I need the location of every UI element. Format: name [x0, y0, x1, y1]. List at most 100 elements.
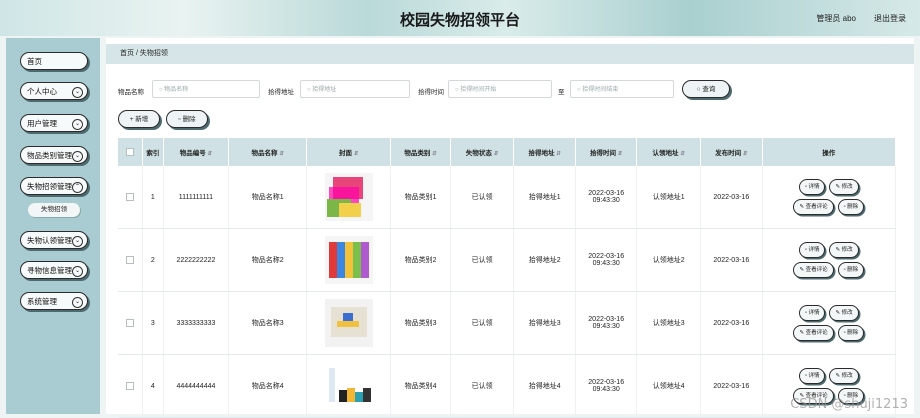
cell-status: 已认领	[450, 228, 515, 292]
sort-icon: ⇵	[432, 151, 437, 157]
delete-button[interactable]: ▫ 删除	[166, 110, 208, 128]
search-icon: ○	[307, 87, 311, 93]
col-publish[interactable]: 发布时间 ⇵	[700, 138, 763, 166]
sidebar-item-lost-found-management[interactable]: 失物招领管理 ⌃	[20, 177, 88, 195]
time-end-input[interactable]: ○ 拾得时间结束	[570, 80, 674, 98]
col-claim-addr[interactable]: 认领地址 ⇵	[636, 138, 702, 166]
sidebar-item-label: 失物招领管理	[27, 182, 72, 191]
edit-button[interactable]: ✎ 修改	[829, 305, 859, 321]
cell-found-addr: 拾得地址1	[513, 166, 576, 229]
search-form: 物品名称 ○ 物品名称 拾得地址 ○ 拾得地址 拾得时间 ○ 拾得时间开始 至 …	[118, 80, 908, 100]
sidebar-item-search-info-management[interactable]: 寻物信息管理 ⌄	[20, 261, 88, 279]
col-found-time[interactable]: 拾得时间 ⇵	[575, 138, 638, 166]
cell-claim-addr: 认领地址2	[636, 228, 702, 292]
current-user: 管理员 abo	[816, 14, 856, 23]
edit-button[interactable]: ✎ 修改	[829, 242, 859, 258]
chevron-down-icon: ⌄	[72, 151, 83, 162]
cell-publish: 2022-03-16	[700, 354, 763, 418]
time-label: 拾得时间	[418, 89, 444, 96]
name-input[interactable]: ○ 物品名称	[152, 80, 260, 98]
col-index: 索引	[142, 138, 164, 166]
sort-icon: ⇵	[617, 151, 623, 157]
sort-icon: ⇵	[556, 151, 561, 157]
cell-publish: 2022-03-16	[700, 228, 763, 292]
sidebar-item-label: 寻物信息管理	[27, 266, 72, 275]
addr-input[interactable]: ○ 拾得地址	[300, 80, 410, 98]
table-row: 4 4444444444 物品名称4 物品类别4 已认领 拾得地址4 2022-03-16 …	[118, 354, 897, 418]
clock-icon: ○	[577, 87, 581, 93]
chevron-down-icon: ⌄	[72, 266, 83, 277]
row-delete-button[interactable]: ▫ 删除	[837, 199, 865, 215]
row-checkbox[interactable]	[118, 354, 144, 418]
detail-button[interactable]: ▫ 详情	[798, 242, 826, 258]
select-all-checkbox[interactable]	[118, 138, 144, 166]
search-button[interactable]: ○ 查询	[682, 80, 730, 98]
col-code[interactable]: 物品编号 ⇵	[163, 138, 230, 166]
view-comments-button[interactable]: ✎ 查看评论	[793, 325, 834, 341]
sort-icon: ⇵	[207, 151, 213, 157]
cell-cover	[306, 228, 392, 292]
cell-found-addr: 拾得地址4	[513, 354, 576, 418]
col-cover[interactable]: 封面 ⇵	[306, 138, 392, 166]
cell-code: 4444444444	[163, 354, 230, 418]
sidebar-item-user-management[interactable]: 用户管理 ⌄	[20, 114, 88, 132]
sidebar-item-label: 失物认领管理	[27, 236, 72, 245]
cell-actions: ▫ 详情 ✎ 修改 ✎ 查看评论 ▫ 删除	[762, 228, 897, 292]
cell-code: 3333333333	[163, 291, 230, 355]
sidebar-subitem-lost-found[interactable]: 失物招领	[28, 203, 80, 217]
cell-cover	[306, 166, 392, 229]
edit-button[interactable]: ✎ 修改	[829, 179, 859, 195]
cell-found-time: 2022-03-16 09:43:30	[575, 166, 638, 229]
chevron-down-icon: ⌄	[72, 87, 83, 98]
cell-cover	[306, 354, 392, 418]
logout-link[interactable]: 退出登录	[874, 13, 906, 24]
add-button[interactable]: + 新增	[118, 110, 160, 128]
time-start-input[interactable]: ○ 拾得时间开始	[448, 80, 552, 98]
watermark: CSDN @shuji1213	[790, 397, 908, 412]
sidebar-item-claim-management[interactable]: 失物认领管理 ⌄	[20, 231, 88, 249]
col-name[interactable]: 物品名称 ⇵	[228, 138, 308, 166]
col-found-addr[interactable]: 拾得地址 ⇵	[513, 138, 576, 166]
row-delete-button[interactable]: ▫ 删除	[837, 262, 865, 278]
top-header: 校园失物招领平台 管理员 abo 退出登录	[0, 0, 920, 36]
detail-button[interactable]: ▫ 详情	[798, 368, 826, 384]
cell-status: 已认领	[450, 291, 515, 355]
sidebar-item-home[interactable]: 首页	[20, 52, 88, 70]
sidebar-item-category-management[interactable]: 物品类别管理 ⌄	[20, 146, 88, 164]
sidebar-item-label: 个人中心	[27, 87, 57, 96]
cell-index: 3	[142, 291, 164, 355]
col-category[interactable]: 物品类别 ⇵	[390, 138, 451, 166]
detail-button[interactable]: ▫ 详情	[798, 179, 826, 195]
col-actions: 操作	[762, 138, 897, 166]
cell-code: 1111111111	[163, 166, 230, 229]
cell-category: 物品类别4	[390, 354, 451, 418]
cell-found-addr: 拾得地址2	[513, 228, 576, 292]
breadcrumb-separator: /	[135, 50, 138, 57]
row-checkbox[interactable]	[118, 291, 144, 355]
sidebar-item-system-management[interactable]: 系统管理 ⌄	[20, 292, 88, 310]
detail-button[interactable]: ▫ 详情	[798, 305, 826, 321]
cell-claim-addr: 认领地址4	[636, 354, 702, 418]
sidebar-item-personal-center[interactable]: 个人中心 ⌄	[20, 82, 88, 100]
cell-name: 物品名称4	[228, 354, 308, 418]
cell-code: 2222222222	[163, 228, 230, 292]
cell-cover	[306, 291, 392, 355]
cell-category: 物品类别1	[390, 166, 451, 229]
sidebar-item-label: 首页	[27, 57, 42, 66]
table-row: 2 2222222222 物品名称2 物品类别2 已认领 拾得地址2 2022-03-16 …	[118, 228, 897, 292]
edit-button[interactable]: ✎ 修改	[829, 368, 859, 384]
sort-icon: ⇵	[680, 151, 685, 157]
cell-category: 物品类别3	[390, 291, 451, 355]
row-checkbox[interactable]	[118, 166, 144, 229]
row-checkbox[interactable]	[118, 228, 144, 292]
cell-index: 4	[142, 354, 164, 418]
view-comments-button[interactable]: ✎ 查看评论	[793, 199, 834, 215]
view-comments-button[interactable]: ✎ 查看评论	[793, 262, 834, 278]
table-header-row: 索引 物品编号 ⇵ 物品名称 ⇵ 封面 ⇵ 物品类别 ⇵ 失物状态 ⇵ 拾得地址…	[118, 138, 897, 166]
trash-icon: ▫	[178, 116, 181, 123]
col-status[interactable]: 失物状态 ⇵	[450, 138, 515, 166]
cell-name: 物品名称1	[228, 166, 308, 229]
row-delete-button[interactable]: ▫ 删除	[837, 325, 865, 341]
breadcrumb-home[interactable]: 首页	[120, 50, 134, 57]
chevron-up-icon: ⌃	[72, 182, 83, 193]
